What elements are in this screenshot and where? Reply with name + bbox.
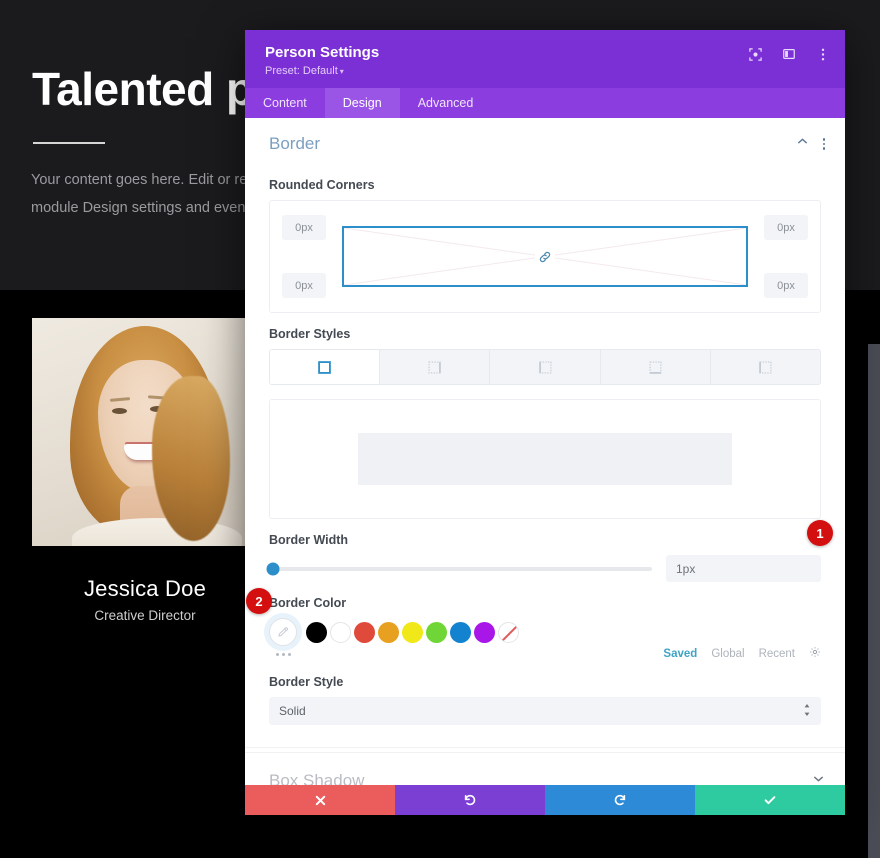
swatch-yellow[interactable]: [402, 621, 423, 643]
swatch-blue[interactable]: [450, 621, 471, 643]
swatch-purple[interactable]: [474, 621, 495, 643]
annotation-badge-1: 1: [807, 520, 833, 546]
border-preview-box: [269, 399, 821, 519]
border-width-slider-thumb[interactable]: [266, 562, 280, 575]
tab-content[interactable]: Content: [245, 88, 325, 118]
swatch-black[interactable]: [306, 621, 327, 643]
tab-design[interactable]: Design: [324, 88, 400, 118]
field-border-color: Border Color Saved Global Recent: [245, 596, 845, 661]
border-styles-tabs: [269, 349, 821, 385]
chevron-up-icon[interactable]: [796, 135, 809, 153]
redo-button[interactable]: [545, 785, 695, 815]
border-width-slider[interactable]: [266, 562, 652, 575]
rounded-corners-widget: 0px 0px 0px 0px: [269, 200, 821, 313]
border-color-label: Border Color: [269, 596, 347, 610]
split-view-icon[interactable]: [781, 46, 797, 62]
section-border: Border Rounded Corners 0px 0px 0px 0px B…: [245, 118, 845, 752]
palette-tabs: Saved Global Recent: [663, 646, 821, 661]
border-color-swatches: [269, 618, 821, 646]
swatch-white[interactable]: [330, 621, 351, 643]
eyedropper-swatch[interactable]: [269, 618, 297, 646]
border-style-all-sides[interactable]: [270, 350, 381, 384]
chevron-down-icon: ▾: [339, 67, 344, 76]
person-card: Jessica Doe Creative Director: [32, 318, 258, 658]
palette-tab-recent[interactable]: Recent: [759, 648, 795, 660]
modal-tabs: Content Design Advanced: [245, 88, 845, 118]
undo-button[interactable]: [395, 785, 545, 815]
corner-preview-rect: [342, 226, 748, 287]
fullscreen-icon[interactable]: [747, 46, 763, 62]
color-palette-footer: Saved Global Recent: [269, 646, 821, 661]
chevron-down-icon-box-shadow[interactable]: [812, 772, 825, 785]
border-width-row: 1px: [266, 555, 821, 582]
link-icon[interactable]: [535, 246, 555, 267]
rounded-corners-label: Rounded Corners: [269, 178, 375, 192]
field-border-width: Border Width 1px: [245, 533, 845, 582]
photo-eye-left: [112, 408, 127, 414]
border-width-label: Border Width: [269, 533, 349, 547]
border-style-bottom[interactable]: [710, 350, 820, 384]
modal-title: Person Settings: [265, 44, 380, 61]
swatch-orange[interactable]: [378, 621, 399, 643]
modal-footer: [245, 785, 845, 815]
palette-tab-saved[interactable]: Saved: [663, 648, 697, 660]
page-scrollbar[interactable]: [868, 344, 880, 858]
border-style-left[interactable]: [490, 350, 601, 384]
swatch-transparent[interactable]: [498, 621, 519, 643]
field-rounded-corners: Rounded Corners 0px 0px 0px 0px: [245, 178, 845, 313]
cancel-button[interactable]: [245, 785, 395, 815]
screen: Talented peo Your content goes here. Edi…: [0, 0, 880, 858]
swatch-red[interactable]: [354, 621, 375, 643]
person-role: Creative Director: [94, 608, 196, 623]
gear-icon[interactable]: [809, 646, 821, 661]
section-border-actions: [796, 135, 825, 153]
tab-advanced[interactable]: Advanced: [400, 88, 492, 118]
title-divider: [33, 142, 105, 144]
border-style-top[interactable]: [600, 350, 711, 384]
border-style-label: Border Style: [269, 675, 344, 689]
field-border-style: Border Style Solid: [245, 675, 845, 725]
section-box-shadow-title: Box Shadow: [269, 771, 365, 785]
border-style-value: Solid: [279, 704, 306, 718]
modal-body[interactable]: Border Rounded Corners 0px 0px 0px 0px B…: [245, 118, 845, 785]
kebab-menu-icon[interactable]: [815, 46, 831, 62]
border-styles-label: Border Styles: [269, 327, 351, 341]
corner-input-bottom-left[interactable]: 0px: [282, 273, 326, 298]
field-border-styles: Border Styles: [245, 327, 845, 385]
border-preview-inner: [358, 433, 732, 485]
select-arrows-icon: [803, 703, 811, 719]
person-settings-modal: Person Settings Preset: Default ▾ Conten…: [245, 30, 845, 815]
corner-input-top-right[interactable]: 0px: [764, 215, 808, 240]
corner-input-bottom-right[interactable]: 0px: [764, 273, 808, 298]
section-border-title: Border: [269, 134, 321, 153]
border-style-select[interactable]: Solid: [269, 697, 821, 725]
preset-selector[interactable]: Preset: Default ▾: [265, 65, 344, 77]
corner-input-top-left[interactable]: 0px: [282, 215, 326, 240]
modal-header-actions: [747, 46, 831, 62]
modal-header: Person Settings Preset: Default ▾: [245, 30, 845, 88]
person-photo: [32, 318, 258, 546]
preset-label: Preset: Default: [265, 65, 338, 77]
field-border-preview: [245, 399, 845, 519]
border-width-value[interactable]: 1px: [666, 555, 821, 582]
section-border-kebab-icon[interactable]: [822, 138, 825, 150]
person-name: Jessica Doe: [83, 576, 207, 601]
annotation-badge-2: 2: [246, 588, 272, 614]
palette-tab-global[interactable]: Global: [711, 648, 744, 660]
section-border-header[interactable]: Border: [245, 118, 845, 164]
save-button[interactable]: [695, 785, 845, 815]
section-box-shadow[interactable]: Box Shadow: [245, 752, 845, 785]
swatch-green[interactable]: [426, 621, 447, 643]
border-style-right[interactable]: [380, 350, 491, 384]
section-divider: [245, 747, 845, 748]
